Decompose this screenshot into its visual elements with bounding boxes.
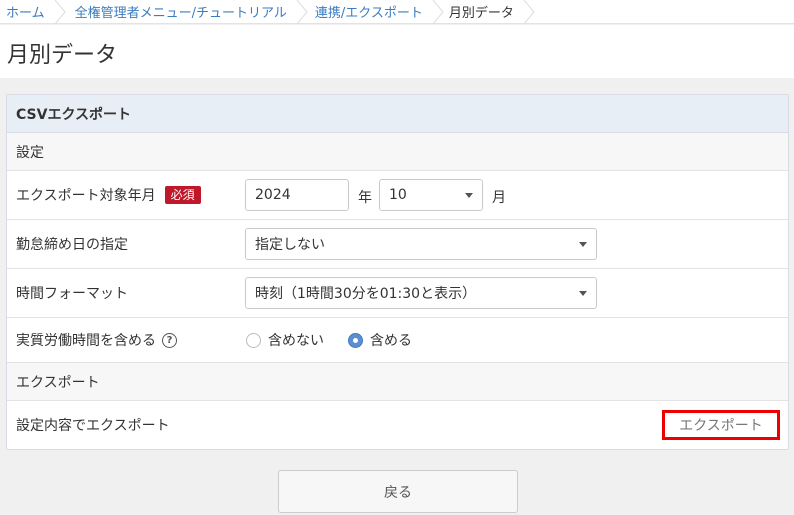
settings-section-title: 設定 xyxy=(16,144,44,161)
radio-include-circle[interactable] xyxy=(348,332,363,348)
time-format-label-wrap: 時間フォーマット xyxy=(16,283,128,303)
chevron-down-icon xyxy=(465,193,473,198)
breadcrumb-link-home[interactable]: ホーム xyxy=(6,2,45,21)
breadcrumb-link-export[interactable]: 連携/エクスポート xyxy=(315,2,423,21)
chevron-right-icon xyxy=(431,0,445,24)
export-month-label: エクスポート対象年月 xyxy=(16,188,156,204)
actual-work-radio-group: 含めない 含める xyxy=(246,330,436,350)
required-badge: 必須 xyxy=(164,186,201,204)
panel-header: CSVエクスポート xyxy=(7,95,788,133)
export-month-row: エクスポート対象年月 必須 2024 年 10 月 xyxy=(7,171,788,220)
export-section-title: エクスポート xyxy=(16,374,100,391)
chevron-right-icon xyxy=(53,0,67,24)
back-button[interactable]: 戻る xyxy=(278,470,518,513)
breadcrumb-item-home[interactable]: ホーム xyxy=(0,0,71,24)
chevron-down-icon xyxy=(579,291,587,296)
export-month-label-wrap: エクスポート対象年月 必須 xyxy=(16,185,201,205)
breadcrumb-item-admin-menu[interactable]: 全権管理者メニュー/チュートリアル xyxy=(71,0,313,24)
chevron-down-icon xyxy=(579,242,587,247)
closing-day-row: 勤怠締め日の指定 指定しない xyxy=(7,220,788,269)
chevron-right-icon xyxy=(295,0,309,24)
export-action-label-wrap: 設定内容でエクスポート xyxy=(16,415,170,435)
year-input[interactable]: 2024 xyxy=(245,179,349,211)
breadcrumb-item-export[interactable]: 連携/エクスポート xyxy=(313,0,449,24)
month-unit: 月 xyxy=(492,190,506,206)
radio-exclude-label: 含めない xyxy=(268,333,324,349)
time-format-select-value: 時刻（1時間30分を01:30と表示） xyxy=(255,286,477,302)
year-input-value: 2024 xyxy=(255,187,291,203)
chevron-right-icon xyxy=(522,0,536,24)
breadcrumb: ホーム 全権管理者メニュー/チュートリアル 連携/エクスポート 月別データ xyxy=(0,0,794,24)
closing-day-select-value: 指定しない xyxy=(255,237,325,253)
breadcrumb-current: 月別データ xyxy=(448,6,514,21)
year-unit: 年 xyxy=(358,190,372,206)
export-section-header: エクスポート xyxy=(7,363,788,401)
radio-exclude-circle[interactable] xyxy=(246,332,261,348)
export-button[interactable]: エクスポート xyxy=(662,410,780,440)
export-action-label: 設定内容でエクスポート xyxy=(16,418,170,434)
radio-include-label: 含める xyxy=(370,333,412,349)
month-select[interactable]: 10 xyxy=(379,179,483,211)
actual-work-label: 実質労働時間を含める xyxy=(16,333,156,349)
time-format-select[interactable]: 時刻（1時間30分を01:30と表示） xyxy=(245,277,597,309)
settings-section-header: 設定 xyxy=(7,133,788,171)
closing-day-select[interactable]: 指定しない xyxy=(245,228,597,260)
breadcrumb-item-current: 月別データ xyxy=(449,0,540,24)
page-header: 月別データ xyxy=(0,25,794,78)
actual-work-row: 実質労働時間を含める ? 含めない 含める xyxy=(7,318,788,363)
radio-include[interactable]: 含める xyxy=(348,330,412,350)
csv-export-panel: CSVエクスポート 設定 エクスポート対象年月 必須 2024 年 10 月 勤… xyxy=(6,94,789,450)
help-icon[interactable]: ? xyxy=(162,332,177,348)
page-title: 月別データ xyxy=(7,43,118,68)
time-format-row: 時間フォーマット 時刻（1時間30分を01:30と表示） xyxy=(7,269,788,318)
closing-day-label-wrap: 勤怠締め日の指定 xyxy=(16,234,128,254)
month-select-value: 10 xyxy=(389,187,407,203)
closing-day-label: 勤怠締め日の指定 xyxy=(16,237,128,253)
breadcrumb-link-admin-menu[interactable]: 全権管理者メニュー/チュートリアル xyxy=(75,2,287,21)
radio-exclude[interactable]: 含めない xyxy=(246,330,324,350)
actual-work-label-wrap: 実質労働時間を含める ? xyxy=(16,330,177,350)
time-format-label: 時間フォーマット xyxy=(16,286,128,302)
export-action-row: 設定内容でエクスポート エクスポート xyxy=(7,401,788,449)
